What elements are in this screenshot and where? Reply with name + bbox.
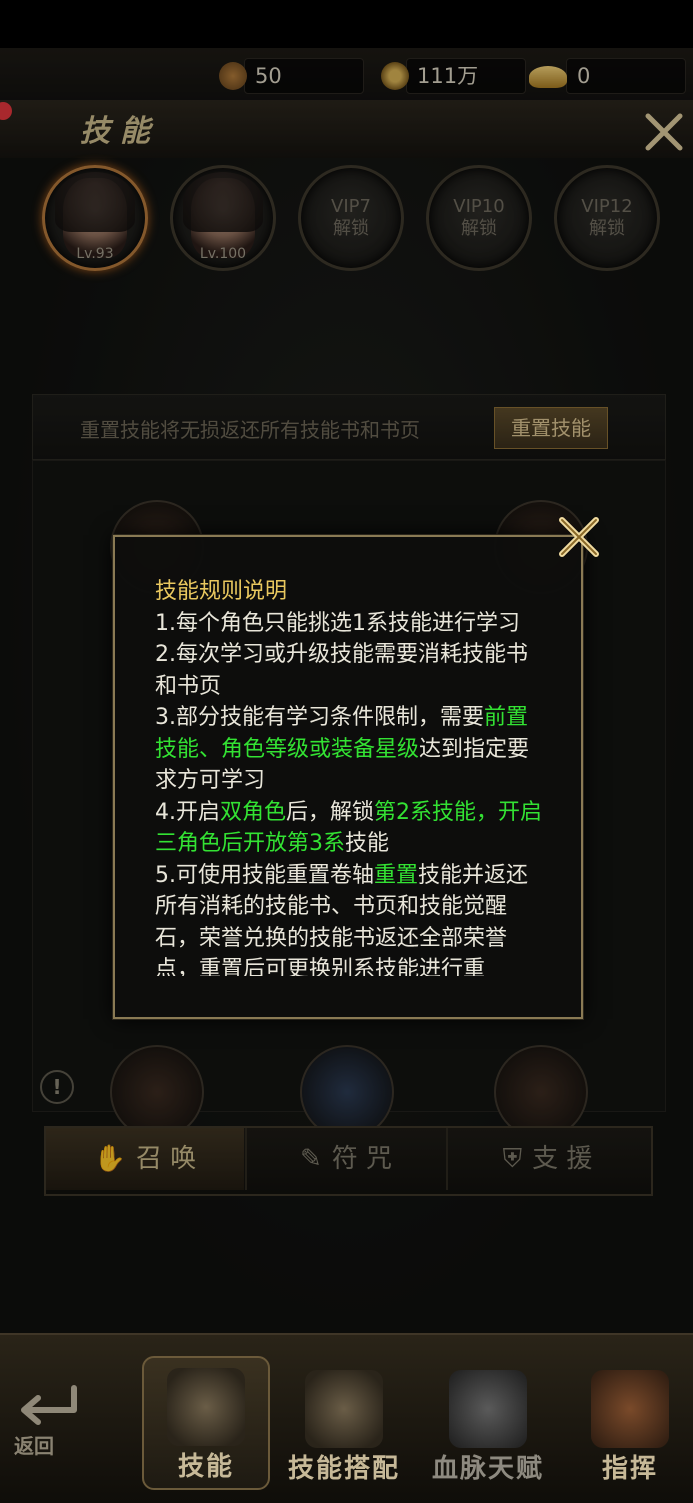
rule-4-text: 4.开启	[155, 799, 220, 825]
dialog-close-button[interactable]	[556, 514, 602, 560]
rule-5: 5.可使用技能重置卷轴重置技能并返还所有消耗的技能书、书页和技能觉醒石，荣誉兑换…	[155, 860, 545, 977]
nav-label: 血脉天赋	[431, 1454, 544, 1484]
rule-4-text: 后，解锁	[286, 799, 375, 825]
rule-2: 2.每次学习或升级技能需要消耗技能书和书页	[155, 642, 528, 699]
back-arrow-icon	[21, 1385, 77, 1425]
close-icon	[559, 517, 599, 557]
rule-3-text: 3.部分技能有学习条件限制，需要	[155, 705, 484, 730]
nav-label: 技能	[177, 1452, 234, 1482]
sword-emblem-icon	[305, 1370, 383, 1448]
rule-5-highlight: 重置	[374, 862, 419, 888]
nav-skills[interactable]: 技能	[142, 1356, 270, 1490]
rule-3: 3.部分技能有学习条件限制，需要前置技能、角色等级或装备星级达到指定要求方可学习	[155, 702, 545, 797]
status-bar	[0, 0, 693, 48]
rules-text: 技能规则说明 1.每个角色只能挑选1系技能进行学习 2.每次学习或升级技能需要消…	[155, 576, 545, 976]
rule-5-text: 5.可使用技能重置卷轴	[155, 862, 374, 888]
rule-4-highlight: 双角色	[220, 799, 287, 825]
rule-4: 4.开启双角色后，解锁第2系技能，开启三角色后开放第3系技能	[155, 797, 545, 860]
nav-command[interactable]: 指挥	[568, 1360, 692, 1490]
nav-label: 技能搭配	[287, 1454, 400, 1484]
demon-mask-icon	[449, 1370, 527, 1448]
nav-skill-combo[interactable]: 技能搭配	[282, 1360, 406, 1490]
rule-1: 1.每个角色只能挑选1系技能进行学习	[155, 610, 520, 636]
rule-4-text: 技能	[345, 831, 390, 856]
nav-label: 指挥	[601, 1454, 658, 1484]
dialog-title: 技能规则说明	[155, 579, 288, 604]
back-button[interactable]	[10, 1380, 80, 1428]
back-label: 返回	[14, 1434, 54, 1458]
banner-icon	[591, 1370, 669, 1448]
nav-bloodline[interactable]: 血脉天赋	[426, 1360, 550, 1490]
skill-book-icon	[167, 1368, 245, 1446]
